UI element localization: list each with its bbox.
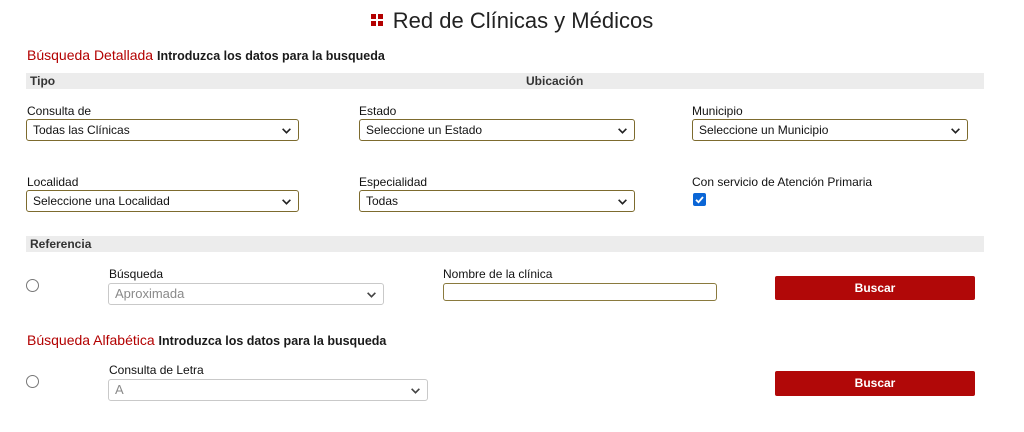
localidad-select[interactable]: Seleccione una Localidad [26, 190, 299, 212]
alphabetic-search-subtitle: Introduzca los datos para la busqueda [158, 334, 387, 348]
detailed-search-subtitle: Introduzca los datos para la busqueda [157, 49, 385, 63]
consulta-select[interactable]: Todas las Clínicas [26, 119, 299, 141]
estado-value: Seleccione un Estado [366, 123, 483, 137]
especialidad-label: Especialidad [359, 175, 428, 189]
consulta-label: Consulta de [27, 104, 92, 118]
atencion-primaria-label: Con servicio de Atención Primaria [692, 175, 873, 189]
detailed-search-heading: Búsqueda Detallada Introduzca los datos … [27, 47, 385, 63]
chevron-down-icon [618, 199, 627, 205]
estado-label: Estado [359, 104, 397, 118]
ubicacion-header: Ubicación [526, 74, 584, 88]
atencion-primaria-checkbox[interactable] [693, 193, 706, 206]
municipio-label: Municipio [692, 104, 743, 118]
localidad-label: Localidad [27, 175, 79, 189]
page-title-text: Red de Clínicas y Médicos [392, 8, 654, 33]
chevron-down-icon [618, 128, 627, 134]
detailed-search-title: Búsqueda Detallada [27, 47, 154, 63]
chevron-down-icon [951, 128, 960, 134]
alfabetica-radio[interactable] [26, 375, 39, 388]
nombre-clinica-input[interactable] [443, 283, 717, 301]
nombre-clinica-label: Nombre de la clínica [443, 267, 553, 281]
grid-icon [370, 14, 383, 27]
alphabetic-search-heading: Búsqueda Alfabética Introduzca los datos… [27, 332, 386, 348]
municipio-select[interactable]: Seleccione un Municipio [692, 119, 968, 141]
buscar-referencia-button[interactable]: Buscar [775, 276, 975, 300]
estado-select[interactable]: Seleccione un Estado [359, 119, 635, 141]
chevron-down-icon [411, 388, 420, 394]
checkmark-icon [695, 196, 704, 204]
referencia-radio[interactable] [26, 279, 39, 292]
busqueda-select[interactable]: Aproximada [108, 283, 384, 305]
chevron-down-icon [282, 199, 291, 205]
consulta-letra-value: A [115, 382, 124, 397]
busqueda-value: Aproximada [115, 286, 185, 301]
page-title: Red de Clínicas y Médicos [0, 8, 1024, 34]
tipo-header: Tipo [30, 74, 56, 88]
alphabetic-search-title: Búsqueda Alfabética [27, 332, 155, 348]
chevron-down-icon [367, 292, 376, 298]
especialidad-select[interactable]: Todas [359, 190, 635, 212]
buscar-alfabetica-button[interactable]: Buscar [775, 371, 975, 396]
consulta-value: Todas las Clínicas [33, 123, 130, 137]
busqueda-label: Búsqueda [109, 267, 164, 281]
localidad-value: Seleccione una Localidad [33, 194, 170, 208]
especialidad-value: Todas [366, 194, 399, 208]
chevron-down-icon [282, 128, 291, 134]
referencia-bar: Referencia [26, 236, 984, 252]
consulta-letra-label: Consulta de Letra [109, 363, 204, 377]
referencia-header: Referencia [30, 237, 92, 251]
consulta-letra-select[interactable]: A [108, 379, 428, 401]
tipo-ubicacion-bar: Tipo Ubicación [26, 73, 984, 89]
municipio-value: Seleccione un Municipio [699, 123, 829, 137]
